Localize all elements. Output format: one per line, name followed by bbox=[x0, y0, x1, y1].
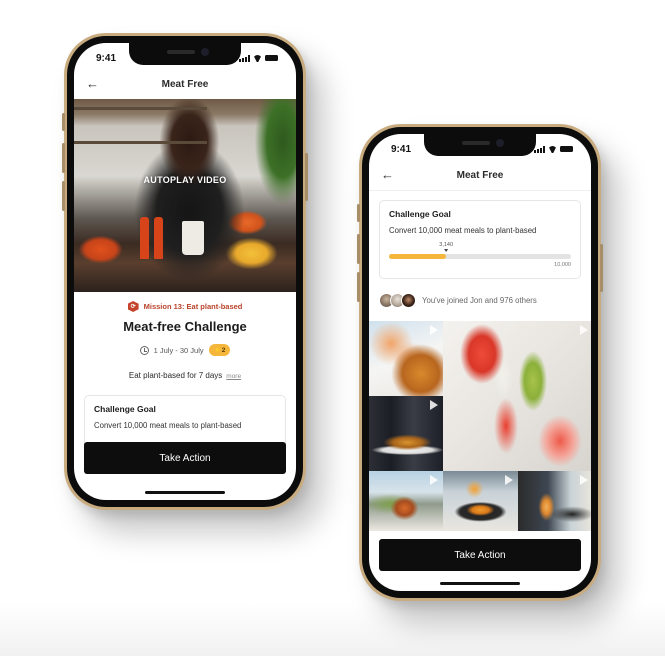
clock-icon bbox=[139, 345, 149, 355]
phone-bezel: 9:41 ← Meat Free Challenge Goal Convert … bbox=[362, 127, 598, 598]
gallery-tile[interactable] bbox=[443, 471, 518, 531]
goal-title: Challenge Goal bbox=[389, 209, 451, 219]
battery-icon bbox=[265, 55, 278, 61]
hero-video[interactable]: AUTOPLAY VIDEO bbox=[74, 99, 296, 292]
status-icons bbox=[534, 145, 573, 153]
participants-text: You've joined Jon and 976 others bbox=[422, 296, 537, 305]
progress-marker: 3,140 bbox=[439, 242, 453, 252]
notch bbox=[424, 134, 536, 156]
goal-title: Challenge Goal bbox=[94, 404, 156, 414]
phone-screen: 9:41 ← Meat Free Challenge Goal Convert … bbox=[369, 134, 591, 591]
signal-icon bbox=[534, 145, 545, 153]
description-row: Eat plant-based for 7 days more bbox=[74, 371, 296, 380]
arrow-left-icon[interactable]: ← bbox=[381, 168, 394, 182]
gallery-tile[interactable] bbox=[518, 471, 591, 531]
nav-bar: ← Meat Free bbox=[369, 160, 591, 190]
play-icon bbox=[430, 325, 438, 335]
volume-down-button bbox=[357, 272, 360, 302]
play-icon bbox=[505, 475, 513, 485]
mission-text: Mission 13: Eat plant-based bbox=[143, 302, 243, 311]
date-range: 1 July - 30 July bbox=[153, 345, 204, 355]
speaker bbox=[462, 141, 490, 145]
status-icons bbox=[239, 54, 278, 62]
play-icon bbox=[430, 400, 438, 410]
progress-max-label: 10,000 bbox=[554, 262, 571, 268]
phone-screen: 9:41 ← Meat Free AUTOPLAY VIDEO ⟳ Missio… bbox=[74, 43, 296, 500]
challenge-title: Meat-free Challenge bbox=[123, 319, 247, 334]
progress-current-label: 3,140 bbox=[439, 242, 454, 248]
hero-utensil-cup bbox=[182, 221, 204, 255]
front-camera bbox=[496, 139, 504, 147]
gallery-tile[interactable] bbox=[369, 396, 443, 471]
hero-shelf bbox=[74, 141, 208, 144]
take-action-button[interactable]: Take Action bbox=[84, 442, 286, 474]
media-gallery bbox=[369, 321, 591, 540]
participants-row[interactable]: You've joined Jon and 976 others bbox=[379, 293, 581, 308]
home-indicator bbox=[440, 582, 520, 585]
points-badge: ⚡2 bbox=[208, 344, 231, 356]
battery-icon bbox=[560, 146, 573, 152]
wifi-icon bbox=[548, 146, 557, 153]
gallery-tile[interactable] bbox=[369, 471, 443, 531]
progress-fill bbox=[389, 254, 447, 259]
speaker bbox=[167, 50, 195, 54]
gallery-tile[interactable] bbox=[443, 321, 591, 471]
avatar bbox=[401, 293, 416, 308]
status-time: 9:41 bbox=[391, 143, 412, 155]
more-link[interactable]: more bbox=[226, 373, 241, 380]
play-icon bbox=[430, 475, 438, 485]
avatar-stack bbox=[379, 293, 416, 308]
signal-icon bbox=[239, 54, 250, 62]
mission-label: ⟳ Mission 13: Eat plant-based bbox=[74, 301, 296, 312]
volume-up-button bbox=[357, 234, 360, 264]
autoplay-video-label: AUTOPLAY VIDEO bbox=[143, 175, 227, 185]
page-title: Meat Free bbox=[456, 169, 504, 181]
side-button bbox=[62, 113, 65, 131]
wifi-icon bbox=[253, 55, 262, 62]
volume-down-button bbox=[62, 181, 65, 211]
challenge-description: Eat plant-based for 7 days bbox=[128, 371, 223, 380]
challenge-goal-card: Challenge Goal Convert 10,000 meat meals… bbox=[379, 200, 581, 279]
power-button bbox=[600, 244, 603, 292]
hero-shelf bbox=[74, 107, 208, 110]
hexagon-badge-icon: ⟳ bbox=[127, 301, 139, 312]
status-time: 9:41 bbox=[96, 52, 117, 64]
goal-text: Convert 10,000 meat meals to plant-based bbox=[389, 226, 537, 235]
phone-mockup-challenge: 9:41 ← Meat Free AUTOPLAY VIDEO ⟳ Missio… bbox=[62, 33, 308, 510]
front-camera bbox=[201, 48, 209, 56]
hero-salt-grinder bbox=[154, 217, 163, 259]
page-title: Meat Free bbox=[161, 78, 209, 90]
notch bbox=[129, 43, 241, 65]
date-row: 1 July - 30 July ⚡2 bbox=[74, 344, 296, 356]
hero-pepper-grinder bbox=[140, 217, 149, 259]
arrow-left-icon[interactable]: ← bbox=[86, 77, 99, 91]
gallery-tile[interactable] bbox=[369, 321, 443, 396]
phone-bezel: 9:41 ← Meat Free AUTOPLAY VIDEO ⟳ Missio… bbox=[67, 36, 303, 507]
home-indicator bbox=[145, 491, 225, 494]
nav-divider bbox=[369, 190, 591, 191]
goal-progress: 3,140 10,000 bbox=[389, 242, 571, 268]
side-button bbox=[357, 204, 360, 222]
power-button bbox=[305, 153, 308, 201]
take-action-button[interactable]: Take Action bbox=[379, 539, 581, 571]
volume-up-button bbox=[62, 143, 65, 173]
progress-track bbox=[389, 254, 571, 259]
play-icon bbox=[580, 475, 588, 485]
play-icon bbox=[580, 325, 588, 335]
nav-bar: ← Meat Free bbox=[74, 69, 296, 99]
marker-triangle-icon bbox=[444, 249, 449, 252]
phone-mockup-goal-progress: 9:41 ← Meat Free Challenge Goal Convert … bbox=[357, 124, 603, 601]
goal-text: Convert 10,000 meat meals to plant-based bbox=[94, 421, 242, 430]
